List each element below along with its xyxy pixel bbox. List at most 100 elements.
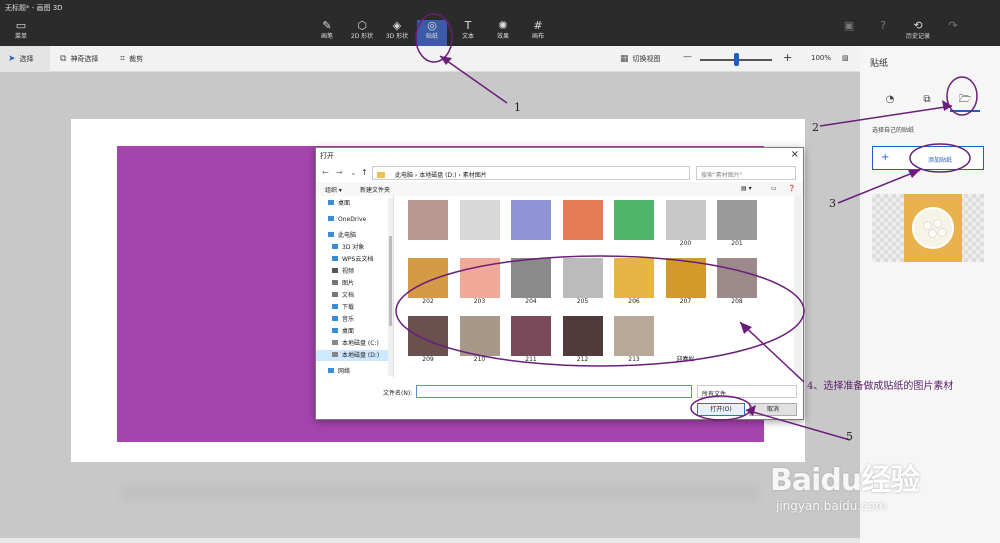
file-tile[interactable]: 213	[612, 316, 656, 366]
filename-input[interactable]	[416, 385, 692, 398]
file-tile[interactable]	[612, 200, 656, 250]
nav-item-pictures[interactable]: 图片	[332, 278, 354, 289]
tab-stickers[interactable]: ◔	[875, 88, 905, 112]
nav-item-drive-c[interactable]: 本地磁盘 (C:)	[332, 338, 379, 349]
nav-item-videos[interactable]: 视频	[332, 266, 354, 277]
preview-pane-icon[interactable]: ▭	[771, 185, 777, 192]
file-name: 203	[473, 298, 486, 305]
paste-button[interactable]: ▣	[834, 20, 864, 46]
close-button[interactable]: ×	[791, 149, 799, 160]
file-tile[interactable]	[561, 200, 605, 250]
grid-icon: ▦	[620, 54, 629, 64]
zoom-out-button[interactable]: —	[683, 52, 692, 62]
open-button[interactable]: 打开(O)	[697, 403, 745, 416]
view-options-icon[interactable]: ▤ ▾	[741, 185, 752, 192]
menu-button[interactable]: ▭ 菜单	[6, 20, 36, 46]
add-sticker-button[interactable]: + 添加贴纸	[872, 146, 984, 170]
address-bar[interactable]: 此电脑 › 本地磁盘 (D:) › 素材图片	[372, 166, 690, 180]
nav-item-desktop-2[interactable]: 桌面	[332, 326, 354, 337]
switch-view-button[interactable]: ▦ 切换视图	[620, 54, 661, 64]
nav-item-onedrive[interactable]: OneDrive	[328, 214, 366, 225]
file-tile[interactable]: 207	[664, 258, 708, 308]
sticker-thumbnail[interactable]	[872, 194, 984, 262]
nav-item-desktop[interactable]: 桌面	[328, 198, 350, 209]
help-button[interactable]: ?	[868, 20, 898, 46]
file-tile[interactable]: 209	[406, 316, 450, 366]
file-thumbnail	[408, 258, 448, 298]
file-tile[interactable]: 210	[458, 316, 502, 366]
file-name: 211	[525, 356, 537, 363]
cube-icon	[332, 244, 338, 249]
nav-item-wps-cloud[interactable]: WPS云文档	[332, 254, 373, 265]
file-tile[interactable]	[458, 200, 502, 250]
help-icon[interactable]: ❓	[788, 185, 795, 192]
tool-brush[interactable]: ✎ 画笔	[312, 20, 342, 46]
forward-icon[interactable]: →	[336, 168, 343, 177]
tool-text[interactable]: T 文本	[453, 20, 483, 46]
file-tile[interactable]: 206	[612, 258, 656, 308]
zoom-slider-thumb[interactable]	[734, 53, 739, 66]
nav-item-documents[interactable]: 文档	[332, 290, 354, 301]
file-tile[interactable]	[509, 200, 553, 250]
file-scrollbar[interactable]	[794, 196, 802, 378]
back-icon[interactable]: ←	[322, 168, 329, 177]
crop-icon: ⌗	[120, 54, 126, 64]
file-tile[interactable]: 212	[561, 316, 605, 366]
select-button[interactable]: ➤ 选择	[0, 46, 50, 72]
annotation-number-3: 3	[829, 197, 836, 210]
search-input[interactable]: 搜索"素材图片"	[696, 166, 796, 180]
tool-stickers[interactable]: ◎ 贴纸	[417, 20, 447, 46]
nav-item-music[interactable]: 音乐	[332, 314, 354, 325]
file-thumbnail	[408, 200, 448, 240]
file-tile[interactable]: 211	[509, 316, 553, 366]
redo-button[interactable]: ↷	[938, 20, 968, 46]
nav-item-this-pc[interactable]: 此电脑	[328, 230, 356, 241]
file-name: 迎春松	[676, 356, 695, 363]
tool-canvas[interactable]: # 画布	[523, 20, 553, 46]
brush-icon: ✎	[322, 19, 332, 32]
nav-item-3d-objects[interactable]: 3D 对象	[332, 242, 364, 253]
sticker-icon: ◎	[427, 19, 437, 32]
tool-3d-shapes[interactable]: ◈ 3D 形状	[382, 20, 412, 46]
tab-textures[interactable]: ⧉	[912, 88, 942, 112]
up-icon[interactable]: ↑	[361, 168, 368, 177]
file-tile[interactable]	[406, 200, 450, 250]
file-tile[interactable]: 200	[664, 200, 708, 250]
nav-item-downloads[interactable]: 下载	[332, 302, 354, 313]
file-thumbnail	[511, 316, 551, 356]
file-tile[interactable]: 208	[715, 258, 759, 308]
tool-2d-shapes[interactable]: ⬡ 2D 形状	[347, 20, 377, 46]
file-tile[interactable]: 205	[561, 258, 605, 308]
panel-title: 贴纸	[870, 59, 889, 69]
file-tile[interactable]: 204	[509, 258, 553, 308]
magic-select-button[interactable]: ⧉ 神奇选择	[60, 54, 98, 64]
image-icon[interactable]: ▨	[842, 54, 849, 62]
sticker-icon: ◔	[885, 94, 895, 105]
cancel-button[interactable]: 取消	[749, 403, 797, 416]
sticker-image	[904, 194, 962, 262]
tab-custom-stickers[interactable]: 🗁	[950, 88, 980, 112]
nav-item-drive-d[interactable]: 本地磁盘 (D:)	[316, 350, 389, 361]
effects-icon: ✺	[498, 19, 508, 32]
baidu-watermark: Baidu经验 jingyan.baidu.com	[770, 455, 920, 513]
tool-effects[interactable]: ✺ 效果	[488, 20, 518, 46]
nav-scrollbar-thumb[interactable]	[389, 236, 392, 326]
zoom-in-button[interactable]: +	[783, 51, 792, 64]
nav-item-network[interactable]: 网络	[328, 366, 350, 377]
file-tile[interactable]: 迎春松	[664, 316, 708, 366]
history-button[interactable]: ⟲ 历史记录	[903, 20, 933, 46]
new-folder-button[interactable]: 新建文件夹	[360, 185, 390, 194]
file-name: 204	[525, 298, 537, 305]
file-tile[interactable]: 203	[458, 258, 502, 308]
chevron-down-icon[interactable]: ⌄	[350, 168, 357, 177]
filename-label: 文件名(N):	[383, 390, 413, 397]
crop-button[interactable]: ⌗ 裁剪	[120, 54, 143, 64]
file-tile[interactable]: 201	[715, 200, 759, 250]
watermark-logo: Baidu经验	[770, 463, 920, 498]
drive-icon	[332, 352, 338, 357]
file-tile[interactable]: 202	[406, 258, 450, 308]
window-title: 无标题* - 画图 3D	[5, 4, 63, 12]
filetype-select[interactable]: 所有文件	[697, 385, 797, 398]
cloud-doc-icon	[332, 256, 338, 261]
organize-button[interactable]: 组织 ▾	[325, 185, 342, 194]
